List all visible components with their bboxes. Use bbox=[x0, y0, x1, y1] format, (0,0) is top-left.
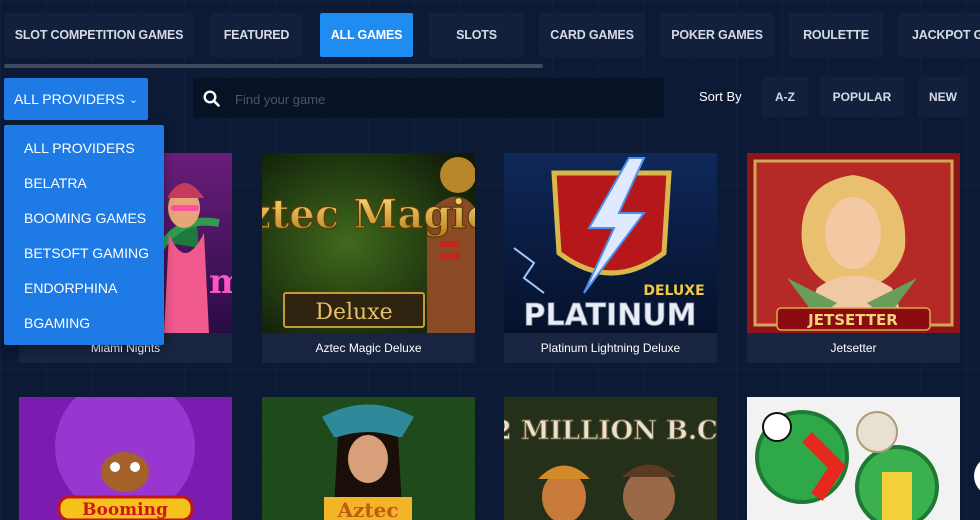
game-title: Jetsetter bbox=[747, 333, 960, 363]
search-input[interactable] bbox=[233, 78, 657, 120]
search-box bbox=[193, 78, 664, 120]
game-art-title: PLATINUM bbox=[524, 298, 697, 333]
sort-new-button[interactable]: NEW bbox=[918, 77, 968, 117]
provider-dropdown-menu: ALL PROVIDERS BELATRA BOOMING GAMES BETS… bbox=[4, 125, 164, 345]
sort-label: Sort By bbox=[699, 89, 742, 104]
provider-option-booming-games[interactable]: BOOMING GAMES bbox=[24, 210, 146, 226]
provider-option-bgaming[interactable]: BGAMING bbox=[24, 315, 90, 331]
category-tabs: SLOT COMPETITION GAMES FEATURED ALL GAME… bbox=[0, 0, 980, 70]
provider-option-betsoft-gaming[interactable]: BETSOFT GAMING bbox=[24, 245, 149, 261]
provider-select-label: ALL PROVIDERS bbox=[14, 91, 125, 107]
tab-jackpot[interactable]: JACKPOT G bbox=[898, 13, 980, 57]
game-art-subtitle: Deluxe bbox=[315, 300, 392, 325]
game-thumbnail: 2 MILLION B.C. bbox=[504, 397, 717, 520]
search-icon bbox=[203, 90, 220, 107]
tab-card-games[interactable]: CARD GAMES bbox=[539, 13, 645, 57]
game-thumbnail: Aztec bbox=[262, 397, 475, 520]
tab-slot-competition-games[interactable]: SLOT COMPETITION GAMES bbox=[4, 13, 194, 57]
game-title: Aztec Magic Deluxe bbox=[262, 333, 475, 363]
provider-option-all-providers[interactable]: ALL PROVIDERS bbox=[24, 140, 135, 156]
game-thumbnail bbox=[747, 397, 960, 520]
tab-roulette[interactable]: ROULETTE bbox=[789, 13, 883, 57]
tab-slots[interactable]: SLOTS bbox=[429, 13, 524, 57]
tab-poker-games[interactable]: POKER GAMES bbox=[660, 13, 774, 57]
provider-option-belatra[interactable]: BELATRA bbox=[24, 175, 87, 191]
game-thumbnail: Booming bbox=[19, 397, 232, 520]
sort-popular-button[interactable]: POPULAR bbox=[820, 77, 904, 117]
chat-widget-button[interactable] bbox=[974, 456, 980, 496]
game-thumbnail: JETSETTER bbox=[747, 153, 960, 333]
provider-option-endorphina[interactable]: ENDORPHINA bbox=[24, 280, 117, 296]
chevron-down-icon: ⌄ bbox=[128, 93, 138, 106]
tabs-scrollbar[interactable] bbox=[4, 64, 543, 68]
tab-all-games[interactable]: ALL GAMES bbox=[320, 13, 413, 57]
game-art-subtitle: DELUXE bbox=[643, 283, 704, 299]
game-art-title: Aztec Magic bbox=[262, 191, 475, 238]
game-thumbnail: DELUXE PLATINUM bbox=[504, 153, 717, 333]
game-title: Platinum Lightning Deluxe bbox=[504, 333, 717, 363]
tab-featured[interactable]: FEATURED bbox=[210, 13, 303, 57]
game-art-title: JETSETTER bbox=[807, 311, 898, 329]
game-art-title: Booming bbox=[82, 500, 168, 520]
svg-text:mi: mi bbox=[209, 262, 232, 302]
game-art-title: 2 MILLION B.C. bbox=[504, 416, 717, 446]
sort-az-button[interactable]: A-Z bbox=[762, 77, 808, 117]
provider-select[interactable]: ALL PROVIDERS ⌄ bbox=[4, 78, 148, 120]
game-art-title: Aztec bbox=[336, 498, 398, 520]
game-thumbnail: Aztec Magic Deluxe bbox=[262, 153, 475, 333]
